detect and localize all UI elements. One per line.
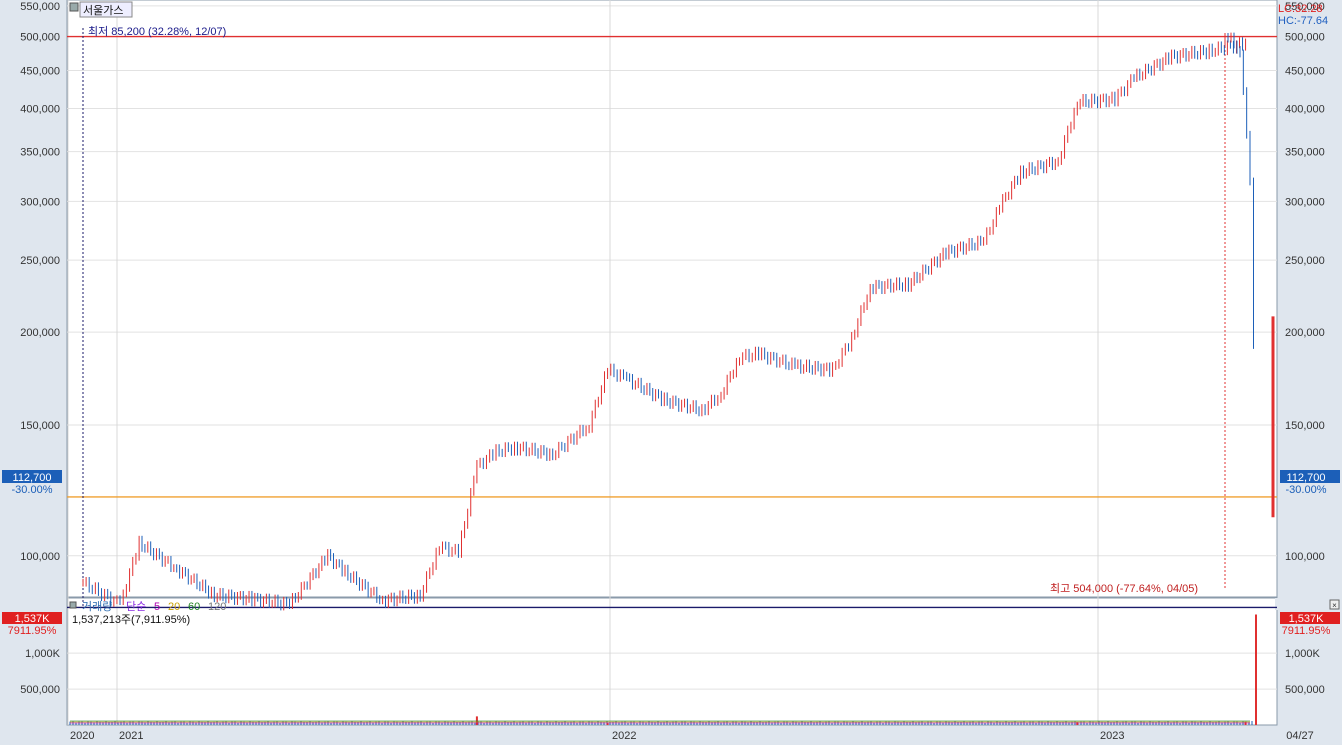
volume-tick-label: 500,000 — [1285, 684, 1325, 696]
ma-legend-5: 5 — [154, 601, 160, 613]
y-tick-label: 200,000 — [1285, 327, 1325, 339]
y-tick-label: 300,000 — [20, 196, 60, 208]
y-tick-label: 300,000 — [1285, 196, 1325, 208]
svg-text:×: × — [1332, 601, 1337, 610]
svg-text:1,537K: 1,537K — [15, 613, 51, 625]
volume-pane — [66, 597, 1278, 726]
y-tick-label: 550,000 — [20, 1, 60, 13]
x-tick-label: 2020 — [70, 730, 94, 742]
y-tick-label: 450,000 — [1285, 66, 1325, 78]
svg-text:-30.00%: -30.00% — [1286, 484, 1327, 496]
volume-tick-label: 500,000 — [20, 684, 60, 696]
date-end-label: 04/27 — [1286, 730, 1314, 742]
max-annotation: 최고 504,000 (-77.64%, 04/05) — [1050, 582, 1198, 595]
svg-text:112,700: 112,700 — [1287, 472, 1326, 484]
ma-legend-60: 60 — [188, 601, 200, 613]
price-pane — [66, 0, 1278, 598]
y-tick-label: 250,000 — [20, 255, 60, 267]
svg-text:1,537K: 1,537K — [1289, 613, 1325, 625]
volume-value: 1,537,213주(7,911.95%) — [72, 614, 190, 626]
y-tick-label: 450,000 — [20, 66, 60, 78]
x-tick-label: 2023 — [1100, 730, 1124, 742]
y-tick-label: 200,000 — [20, 327, 60, 339]
y-tick-label: 150,000 — [1285, 420, 1325, 432]
hc-ratio: HC:-77.64 — [1278, 15, 1328, 27]
y-tick-label: 400,000 — [1285, 104, 1325, 116]
stock-chart: 100,000 150,000 200,000 250,000 300,000 350,0… — [2, 0, 1340, 742]
svg-text:112,700: 112,700 — [13, 472, 52, 484]
y-tick-label: 350,000 — [20, 147, 60, 159]
x-tick-label: 2021 — [119, 730, 143, 742]
ma-legend-simple: 단순 — [126, 600, 146, 613]
y-tick-label: 100,000 — [20, 551, 60, 563]
lc-ratio: LC:32.28 — [1278, 3, 1323, 15]
x-axis: 2020 2021 2022 2023 — [70, 730, 1124, 742]
y-tick-label: 400,000 — [20, 104, 60, 116]
y-tick-label: 500,000 — [20, 32, 60, 44]
volume-title: 거래량 — [82, 600, 112, 613]
y-tick-label: 350,000 — [1285, 147, 1325, 159]
y-tick-label: 150,000 — [20, 420, 60, 432]
chart-title: 서울가스 — [83, 4, 123, 17]
ma-legend-120: 120 — [208, 601, 226, 613]
y-tick-label: 100,000 — [1285, 551, 1325, 563]
y-tick-label: 250,000 — [1285, 255, 1325, 267]
x-tick-label: 2022 — [612, 730, 636, 742]
ma-legend-20: 20 — [168, 601, 180, 613]
svg-text:-30.00%: -30.00% — [12, 484, 53, 496]
volume-toggle-icon[interactable] — [69, 601, 77, 609]
svg-text:7911.95%: 7911.95% — [1282, 625, 1331, 637]
volume-tick-label: 1,000K — [1285, 648, 1321, 660]
min-annotation: 최저 85,200 (32.28%, 12/07) — [88, 25, 226, 38]
pane-toggle-icon[interactable] — [69, 2, 79, 12]
y-tick-label: 500,000 — [1285, 32, 1325, 44]
svg-text:7911.95%: 7911.95% — [8, 625, 57, 637]
volume-tick-label: 1,000K — [25, 648, 61, 660]
